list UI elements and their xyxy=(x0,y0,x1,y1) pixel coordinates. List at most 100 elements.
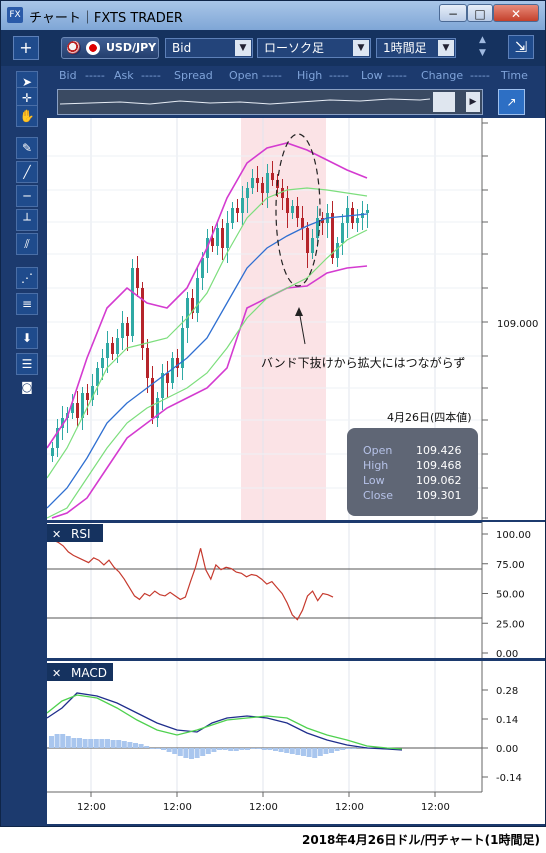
macd-hist-bar xyxy=(144,746,150,748)
macd-hist-bar xyxy=(88,739,94,748)
macd-hist-bar xyxy=(289,748,295,754)
scroll-arrows-icon[interactable]: ▲ ▼ xyxy=(479,34,493,60)
macd-hist-bar xyxy=(295,748,301,755)
candle-body xyxy=(271,173,274,180)
channel-icon[interactable]: ⫽ xyxy=(16,233,38,255)
rsi-tick-label: 25.00 xyxy=(496,619,525,630)
macd-hist-bar xyxy=(183,748,189,758)
low-label: Low xyxy=(361,69,383,82)
maximize-button[interactable]: □ xyxy=(467,4,493,22)
annotation-text: バンド下抜けから拡大にはつながらず xyxy=(261,355,465,370)
info-title: 4月26日(四本値) xyxy=(387,410,472,424)
close-button[interactable]: ✕ xyxy=(493,4,539,22)
fib-retracement-icon[interactable]: ≡ xyxy=(16,293,38,315)
open-info-label: Open xyxy=(363,444,392,457)
candle-body xyxy=(106,343,109,358)
minimize-button[interactable]: − xyxy=(439,4,467,22)
chart-area[interactable]: バンド下抜けから拡大にはつながらず 4月26日(四本値) Open 109.42… xyxy=(47,118,545,824)
window-title: チャート｜FXTS TRADER xyxy=(29,11,183,26)
macd-close-icon[interactable]: ✕ xyxy=(52,667,61,680)
camera-icon[interactable]: ◙ xyxy=(16,377,38,399)
macd-hist-bar xyxy=(205,748,211,754)
bid-label: Bid xyxy=(59,69,77,82)
macd-hist-bar xyxy=(161,748,166,750)
candle-body xyxy=(311,238,314,253)
hline-icon[interactable]: ─ xyxy=(16,185,38,207)
candle-body xyxy=(126,323,129,336)
save-icon[interactable]: ⬇ xyxy=(16,327,38,349)
macd-hist-bar xyxy=(273,748,278,751)
candle-body xyxy=(226,223,229,248)
macd-hist-bar xyxy=(138,744,144,748)
macd-hist-bar xyxy=(110,740,116,748)
us-flag-icon xyxy=(67,41,81,55)
pencil-icon[interactable]: ✎ xyxy=(16,137,38,159)
candle-body xyxy=(146,348,149,378)
candle-body xyxy=(141,288,144,348)
spread-label: Spread xyxy=(174,69,213,82)
open-value: ----- xyxy=(262,69,282,82)
list-icon[interactable]: ☰ xyxy=(16,353,38,375)
candle-body xyxy=(356,218,359,223)
fib-fan-icon[interactable]: ⋰ xyxy=(16,267,38,289)
low-value: ----- xyxy=(387,69,407,82)
macd-hist-bar xyxy=(250,748,256,749)
macd-title: MACD xyxy=(71,666,107,680)
time-tick-label: 12:00 xyxy=(163,802,192,813)
macd-tick-label: 0.00 xyxy=(496,744,518,755)
macd-hist-bar xyxy=(99,739,105,748)
rsi-close-icon[interactable]: ✕ xyxy=(52,528,61,541)
candle-body xyxy=(341,223,344,243)
chart-type-select[interactable]: ローソク足 ▼ xyxy=(257,38,371,58)
timeframe-select[interactable]: 1時間足 ▼ xyxy=(376,38,456,58)
navigator-right-arrow-icon[interactable]: ▶ xyxy=(466,92,480,112)
macd-hist-bar xyxy=(189,748,194,759)
macd-hist-bar xyxy=(121,741,127,748)
navigator-bar[interactable]: ▶ xyxy=(57,89,483,115)
jp-flag-icon xyxy=(86,41,100,55)
trendline-icon[interactable]: ╱ xyxy=(16,161,38,183)
change-label: Change xyxy=(421,69,464,82)
macd-hist-bar xyxy=(71,738,77,748)
expand-button[interactable]: ⇲ xyxy=(508,35,534,59)
macd-hist-bar xyxy=(65,736,71,748)
macd-hist-bar xyxy=(228,748,234,751)
macd-hist-bar xyxy=(278,748,284,752)
high-label: High xyxy=(297,69,323,82)
candle-body xyxy=(296,206,299,218)
hand-icon[interactable]: ✋ xyxy=(16,105,38,127)
macd-hist-bar xyxy=(323,748,329,754)
macd-hist-bar xyxy=(133,743,138,748)
open-info-value: 109.426 xyxy=(416,444,462,457)
currency-pair-button[interactable]: USD/JPY xyxy=(61,37,159,59)
candle-body xyxy=(221,228,224,248)
candle-body xyxy=(251,178,254,188)
macd-hist-bar xyxy=(340,748,346,750)
macd-hist-bar xyxy=(149,748,155,749)
macd-hist-bar xyxy=(60,734,66,748)
candle-body xyxy=(241,198,244,213)
macd-hist-bar xyxy=(127,742,133,748)
close-info-value: 109.301 xyxy=(416,489,462,502)
price-type-select[interactable]: Bid ▼ xyxy=(165,38,253,58)
rsi-tick-label: 50.00 xyxy=(496,590,525,601)
rsi-tick-label: 75.00 xyxy=(496,560,525,571)
title-bar[interactable]: FX チャート｜FXTS TRADER − □ ✕ xyxy=(1,1,545,30)
time-axis xyxy=(47,792,545,824)
macd-hist-bar xyxy=(54,734,60,748)
navigator-handle[interactable] xyxy=(433,92,455,112)
macd-hist-bar xyxy=(116,740,122,748)
vline-icon[interactable]: ┴ xyxy=(16,209,38,231)
candle-body xyxy=(301,218,304,228)
candle-body xyxy=(306,228,309,253)
candle-body xyxy=(96,368,99,386)
time-label: Time xyxy=(501,69,528,82)
macd-tick-label: 0.28 xyxy=(496,686,518,697)
candle-body xyxy=(366,210,369,213)
time-tick-label: 12:00 xyxy=(335,802,364,813)
auto-scale-button[interactable]: ↗ xyxy=(498,89,525,115)
candle-body xyxy=(281,188,284,198)
macd-tick-label: -0.14 xyxy=(496,773,522,784)
candle-body xyxy=(171,358,174,383)
add-chart-button[interactable]: + xyxy=(13,36,39,60)
